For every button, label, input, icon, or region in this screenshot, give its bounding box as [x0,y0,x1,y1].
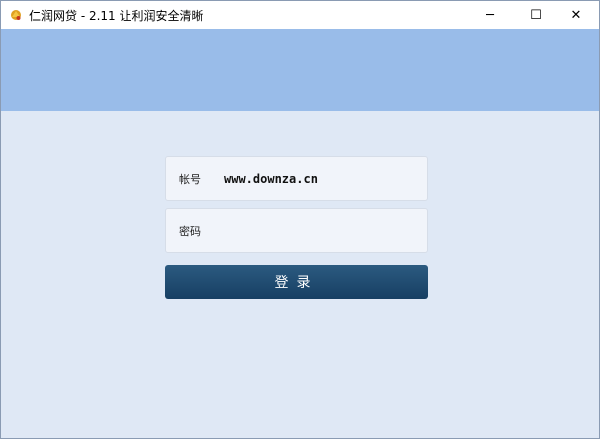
title-bar[interactable]: 仁润网贷 - 2.11 让利润安全清晰 ─ ☐ ✕ [1,1,599,29]
account-field[interactable]: 帐号 www.downza.cn [165,156,428,201]
window-title: 仁润网贷 - 2.11 让利润安全清晰 [29,9,204,23]
close-icon: ✕ [570,7,582,23]
password-label: 密码 [179,225,201,238]
password-field[interactable]: 密码 [165,208,428,253]
minimize-button[interactable]: ─ [467,1,513,29]
bottom-edge [1,434,599,438]
login-button-label: 登录 [274,275,319,291]
account-label: 帐号 [179,173,201,186]
maximize-icon: ☐ [530,7,542,23]
close-button[interactable]: ✕ [553,1,599,29]
header-banner [1,29,599,111]
login-button[interactable]: 登录 [165,265,428,299]
app-logo-icon [9,7,23,21]
account-input[interactable]: www.downza.cn [224,172,318,186]
app-window: 仁润网贷 - 2.11 让利润安全清晰 ─ ☐ ✕ 帐号 www.downza.… [0,0,600,439]
minimize-icon: ─ [486,7,494,23]
